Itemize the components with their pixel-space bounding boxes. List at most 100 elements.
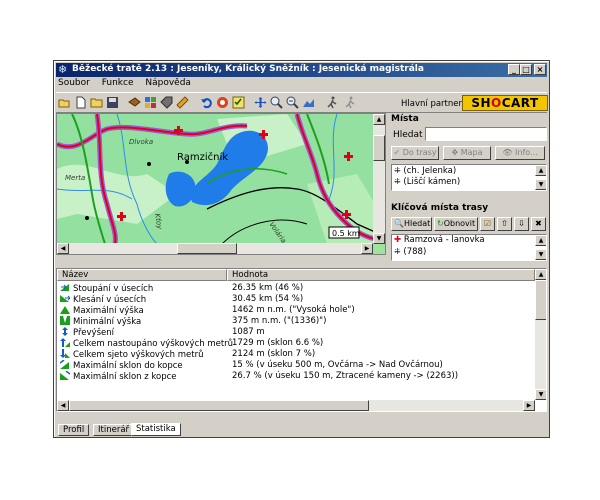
ruler-icon[interactable] [176,96,189,109]
menu-napoveda[interactable]: Nápověda [145,78,191,88]
tab-profil[interactable]: Profil [58,424,90,436]
klicova-header: Klíčová místa trasy [391,203,489,213]
obnovit-button[interactable]: ↻Obnovit [434,217,478,231]
walker-disabled-icon[interactable] [344,96,357,109]
table-row[interactable]: Maximální sklon z kopce 26.7 % (v úseku 1… [57,370,535,382]
move-down-button[interactable]: ⇩ [514,217,529,231]
do-trasy-button[interactable]: ✔ Do trasy [391,146,439,160]
minimize-button[interactable]: _ [508,64,520,75]
table-vscroll-thumb[interactable] [535,280,546,320]
row-value: 375 m n.m. ("(1336)") [232,316,327,326]
table-scroll-down-button[interactable]: ▼ [535,389,546,400]
list-item[interactable]: ⁜ (788) [392,246,546,257]
map-scroll-down-button[interactable]: ▼ [373,233,385,244]
table-row[interactable]: Minimální výška 375 m n.m. ("(1336)") [57,316,535,327]
table-row[interactable]: Klesání v úsecích 30.45 km (54 %) [57,294,535,305]
map-scroll-up-button[interactable]: ▲ [373,114,385,125]
mista-scroll-up-button[interactable]: ▲ [535,165,546,176]
map-label-ramzicnik: Ramzičník [177,151,228,163]
max-height-icon [60,305,70,314]
mista-list[interactable]: ⁜ (ch. Jelenka) ⁜ (Liščí kámen) ▲ ▼ [391,164,547,191]
table-vscroll[interactable]: ▲ ▼ [535,269,546,400]
klicova-scroll-down-button[interactable]: ▼ [535,249,546,260]
table-row[interactable]: Maximální sklon do kopce 15 % (v úseku 50… [57,359,535,371]
tab-itinerar[interactable]: Itinerář [93,424,135,436]
table-scroll-left-button[interactable]: ◀ [57,400,69,411]
col-header-hodnota[interactable]: Hodnota [227,269,535,281]
stop-icon[interactable] [216,96,229,109]
row-value: 26.7 % (v úseku 150 m, Ztracené kameny -… [232,371,459,381]
list-item[interactable]: ⁜ (Liščí kámen) [392,176,546,187]
table-hscroll-thumb[interactable] [69,400,369,411]
mista-search-input[interactable] [425,127,547,141]
new-file-icon[interactable] [74,96,87,109]
zoom-in-icon[interactable] [270,96,283,109]
row-value: 2124 m (sklon 7 %) [232,349,316,359]
row-name: Celkem sjeto výškových metrů [60,349,203,360]
map-vscroll[interactable]: ▲ ▼ [373,114,385,244]
mista-header: Místa [391,114,419,124]
klicova-list[interactable]: ✚ Ramzová - lanovka ⁜ (788) ▲ ▼ [391,234,547,261]
list-item[interactable]: ⁜ (ch. Jelenka) [392,165,546,176]
stats-table: Název Hodnota Stoupání v úsecích 26.35 km… [56,268,547,412]
table-row[interactable]: Celkem sjeto výškových metrů 2124 m (sklo… [57,349,535,360]
table-hscroll[interactable]: ◀ ▶ [57,400,535,411]
table-scroll-right-button[interactable]: ▶ [523,400,535,411]
row-value: 1087 m [232,327,265,337]
map-hscroll[interactable]: ◀ ▶ [57,243,373,254]
title-bar[interactable]: ❄ Běžecké tratě 2.13 : Jeseníky, Králick… [56,63,547,77]
col-header-nazev[interactable]: Název [57,269,227,281]
move-up-button[interactable]: ⇧ [497,217,512,231]
shocart-logo[interactable]: SHOCART [462,95,548,111]
checklist-icon[interactable] [232,96,245,109]
mista-scroll-down-button[interactable]: ▼ [535,179,546,190]
map-view[interactable]: Ramzičník Dlvoka Merta Volária Kťoy 0.5 … [56,113,386,255]
menu-bar: Soubor Funkce Nápověda [56,78,198,90]
save-icon[interactable] [106,96,119,109]
delete-button[interactable]: ✖ [531,217,546,231]
table-row[interactable]: Celkem nastoupáno výškových metrů 1729 m … [57,338,535,349]
right-panel: Místa Hledat ✔ Do trasy ✥ Mapa 👁 Info...… [389,113,549,263]
partner-label: Hlavní partner [401,99,462,109]
list-item[interactable]: ✚ Ramzová - lanovka [392,235,546,246]
row-name: Celkem nastoupáno výškových metrů [60,338,233,349]
hledat-button[interactable]: 🔍Hledat [391,217,432,231]
zoom-out-icon[interactable] [286,96,299,109]
max-slope-up-icon [59,359,70,369]
row-value: 1729 m (sklon 6.6 %) [232,338,324,348]
walker-icon[interactable] [326,96,339,109]
map-canvas[interactable]: Ramzičník Dlvoka Merta Volária Kťoy 0.5 … [57,114,375,244]
klicova-scroll-up-button[interactable]: ▲ [535,235,546,246]
table-row[interactable]: Maximální výška 1462 m n.m. ("Vysoká hole… [57,305,535,316]
map-scroll-left-button[interactable]: ◀ [57,243,69,254]
map-hscroll-thumb[interactable] [177,243,237,254]
map-vscroll-thumb[interactable] [373,135,385,161]
grid-icon[interactable] [144,96,157,109]
row-name: Minimální výška [60,316,141,327]
maximize-button[interactable]: □ [520,64,532,75]
row-name: Klesání v úsecích [60,294,146,305]
undo-icon[interactable] [200,96,213,109]
info-button[interactable]: 👁 Info... [495,146,545,160]
close-button[interactable]: × [534,64,546,75]
search-label: Hledat [393,130,423,140]
folder-icon[interactable] [90,96,103,109]
menu-soubor[interactable]: Soubor [58,78,90,88]
table-row[interactable]: Převýšení 1087 m [57,327,535,338]
row-name: Maximální sklon do kopce [59,359,183,371]
table-row[interactable]: Stoupání v úsecích 26.35 km (46 %) [57,283,535,294]
menu-funkce[interactable]: Funkce [102,78,134,88]
checklist-button[interactable]: ☑ [480,217,495,231]
mapa-button[interactable]: ✥ Mapa [443,146,491,160]
tab-statistika[interactable]: Statistika [131,423,181,436]
move-icon[interactable] [254,96,267,109]
map-scale-label: 0.5 km [332,229,360,238]
tag-icon[interactable] [160,96,173,109]
open-folder-icon[interactable] [58,96,71,109]
window-title: Běžecké tratě 2.13 : Jeseníky, Králický … [72,64,424,74]
table-scroll-up-button[interactable]: ▲ [535,269,546,280]
map-scroll-right-button[interactable]: ▶ [361,243,373,254]
profile-icon[interactable] [302,96,315,109]
layers-icon[interactable] [128,96,141,109]
row-name: Maximální sklon z kopce [60,370,177,382]
